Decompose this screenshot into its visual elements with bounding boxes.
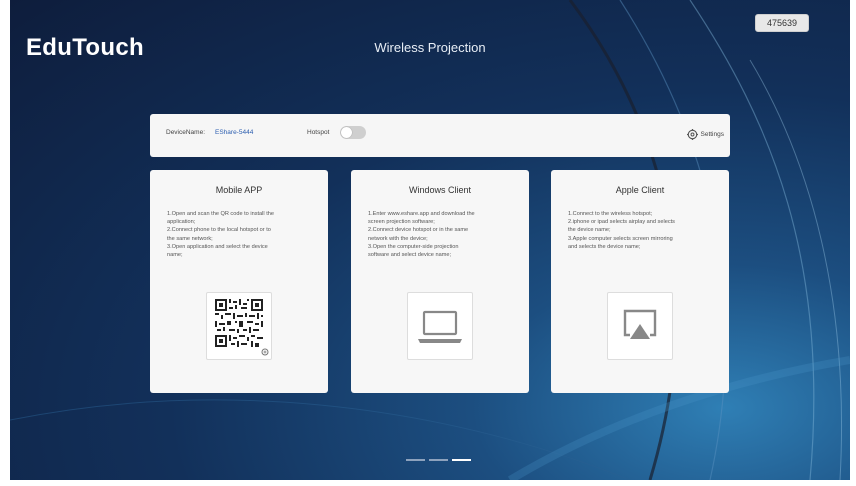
device-name-value: EShare-5444 — [215, 129, 254, 136]
instruction-line: 3.Apple computer selects screen mirrorin… — [568, 235, 673, 242]
card-title: Apple Client — [615, 185, 665, 195]
card-instructions: 1.Enter www.eshare.app and download the … — [368, 210, 514, 259]
airplay-icon — [623, 309, 657, 339]
instruction-line: and selects the device name; — [568, 243, 641, 250]
apple-client-card: Apple Client 1.Connect to the wireless h… — [551, 170, 729, 393]
instruction-line: application; — [167, 219, 196, 226]
instruction-line: 2.Connect phone to the local hotspot or … — [167, 227, 271, 234]
page-title: Wireless Projection — [374, 40, 486, 55]
instruction-line: network with the device; — [368, 235, 428, 242]
gear-icon — [686, 128, 698, 140]
instruction-line: 3.Open application and select the device — [167, 243, 268, 250]
instruction-line: screen projection software; — [368, 219, 435, 226]
instruction-line: 2.Connect device hotspot or in the same — [368, 227, 469, 234]
instruction-line: 2.iphone or ipad selects airplay and sel… — [568, 219, 675, 226]
pin-code-badge: 475639 — [755, 14, 809, 32]
hotspot-label: Hotspot — [307, 129, 330, 136]
instruction-line: 1.Connect to the wireless hotspot; — [568, 211, 653, 217]
instruction-line: 3.Open the computer-side projection — [368, 243, 459, 250]
device-info-bar: DeviceName: EShare-5444 Hotspot Settings — [150, 114, 730, 157]
airplay-icon-box — [607, 292, 673, 360]
card-title: Mobile APP — [215, 185, 263, 195]
projection-screen: EduTouch Wireless Projection 475639 Devi… — [10, 0, 850, 480]
card-title: Windows Client — [408, 185, 472, 195]
laptop-icon-box — [407, 292, 473, 360]
mobile-app-card: Mobile APP 1.Open and scan the QR code t… — [150, 170, 328, 393]
page-indicator-2[interactable] — [429, 459, 448, 461]
card-instructions: 1.Connect to the wireless hotspot; 2.iph… — [568, 210, 714, 251]
settings-button[interactable]: Settings — [686, 127, 725, 141]
card-instructions: 1.Open and scan the QR code to install t… — [167, 210, 313, 259]
windows-client-card: Windows Client 1.Enter www.eshare.app an… — [351, 170, 529, 393]
qr-code-box — [206, 292, 272, 360]
hotspot-toggle[interactable] — [340, 126, 366, 139]
settings-label: Settings — [700, 130, 725, 138]
instruction-line: the same network; — [167, 235, 213, 242]
laptop-icon — [418, 310, 462, 343]
instruction-line: 1.Open and scan the QR code to install t… — [167, 211, 274, 217]
device-name-label: DeviceName: — [166, 129, 206, 136]
instruction-line: the device name; — [568, 227, 611, 234]
instruction-line: 1.Enter www.eshare.app and download the — [368, 211, 475, 217]
qr-code-icon — [215, 299, 269, 356]
page-indicator-3[interactable] — [452, 459, 471, 461]
instruction-line: software and select device name; — [368, 252, 452, 259]
hotspot-toggle-knob — [341, 127, 352, 138]
instruction-line: name; — [167, 252, 183, 259]
page-indicator-1[interactable] — [406, 459, 425, 461]
